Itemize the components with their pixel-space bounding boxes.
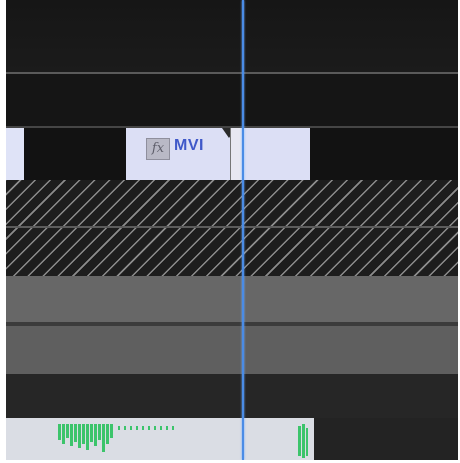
audio-track-1[interactable] [6,276,458,322]
audio-waveform [58,424,308,458]
empty-audio-area[interactable] [314,418,458,460]
audio-track-2[interactable] [6,326,458,374]
playhead[interactable] [242,0,244,460]
empty-track-bottom[interactable] [6,374,458,418]
audio-clip[interactable] [6,418,314,460]
video-clip-previous[interactable] [6,128,24,180]
offline-media-region[interactable] [6,180,458,276]
fx-icon[interactable]: fx [146,138,170,160]
empty-track-upper[interactable] [6,74,458,128]
empty-track-top[interactable] [6,0,458,72]
video-track[interactable]: fx MVI [6,128,458,180]
timeline-panel: fx MVI [6,0,458,460]
track-divider [6,226,458,228]
clip-label: MVI [174,137,204,154]
video-clip[interactable]: fx MVI [126,128,310,180]
